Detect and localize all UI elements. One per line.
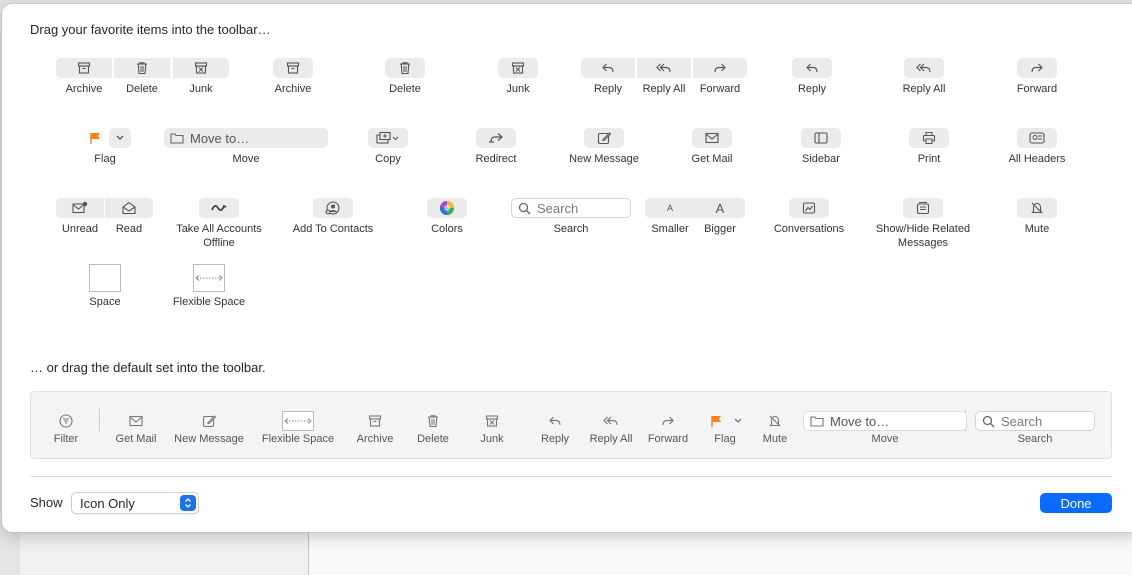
offline-wave-icon	[199, 198, 239, 218]
add-contact-icon	[313, 198, 353, 218]
palette-label: Flag	[94, 153, 116, 165]
trash-icon	[385, 58, 425, 78]
palette-label: Mute	[1024, 223, 1050, 235]
footer-divider	[30, 476, 1112, 477]
done-button[interactable]: Done	[1040, 493, 1112, 513]
unread-envelope-icon	[56, 198, 104, 218]
search-placeholder: Search	[537, 200, 579, 216]
flexible-space-icon	[193, 264, 225, 292]
reply-icon	[547, 413, 563, 429]
folder-icon	[810, 416, 824, 427]
move-placeholder: Move to…	[830, 413, 890, 429]
space-placeholder	[89, 264, 121, 292]
toolbar-separator	[99, 409, 100, 431]
palette-label: Flexible Space	[172, 296, 246, 308]
reply-all-icon	[637, 58, 691, 78]
chevron-down-icon	[109, 128, 131, 148]
heading-favorite-items: Drag your favorite items into the toolba…	[30, 22, 271, 37]
search-placeholder: Search	[1001, 413, 1043, 429]
reply-icon	[581, 58, 635, 78]
default-label: Search	[1017, 433, 1053, 445]
flag-icon	[708, 413, 724, 429]
archive-icon	[56, 58, 112, 78]
reply-all-icon	[904, 58, 944, 78]
archive-icon	[367, 413, 383, 429]
chevron-down-icon	[732, 413, 744, 429]
compose-icon	[201, 413, 217, 429]
redirect-icon	[476, 128, 516, 148]
search-icon	[982, 415, 995, 427]
move-field: Move to…	[164, 128, 328, 148]
printer-icon	[909, 128, 949, 148]
heading-default-set: … or drag the default set into the toolb…	[30, 360, 266, 375]
palette-label: All Headers	[1008, 153, 1066, 165]
envelope-icon	[692, 128, 732, 148]
move-field: Move to…	[803, 411, 967, 431]
copy-to-folder-icon	[368, 128, 408, 148]
forward-icon	[693, 58, 747, 78]
filter-icon	[58, 413, 74, 429]
open-envelope-icon	[105, 198, 153, 218]
show-popup-value: Icon Only	[80, 495, 135, 511]
trash-icon	[114, 58, 170, 78]
folder-icon	[170, 133, 184, 144]
trash-icon	[425, 413, 441, 429]
conversations-icon	[789, 198, 829, 218]
up-down-chevron-icon	[180, 495, 196, 511]
flag-icon	[83, 128, 107, 148]
move-placeholder: Move to…	[190, 130, 250, 146]
flexible-space-icon	[282, 411, 314, 431]
reply-icon	[792, 58, 832, 78]
bell-slash-icon	[767, 413, 783, 429]
show-popup-button[interactable]: Icon Only	[71, 492, 199, 514]
forward-icon	[1017, 58, 1057, 78]
default-label: Move	[871, 433, 899, 445]
junk-icon	[498, 58, 538, 78]
bigger-text-icon: A	[695, 198, 745, 218]
headers-icon	[1017, 128, 1057, 148]
palette-label: Move	[232, 153, 260, 165]
bell-slash-icon	[1017, 198, 1057, 218]
junk-icon	[484, 413, 500, 429]
compose-icon	[584, 128, 624, 148]
color-wheel-icon	[427, 198, 467, 218]
related-messages-icon	[903, 198, 943, 218]
palette-label: Forward	[1016, 83, 1058, 95]
envelope-icon	[128, 413, 144, 429]
smaller-text-icon: A	[645, 198, 695, 218]
show-label: Show	[30, 495, 63, 510]
junk-icon	[173, 58, 229, 78]
search-field: Search	[975, 411, 1095, 431]
sidebar-icon	[801, 128, 841, 148]
forward-icon	[660, 413, 676, 429]
search-field: Search	[511, 198, 631, 218]
archive-icon	[273, 58, 313, 78]
search-icon	[518, 202, 531, 214]
reply-all-icon	[602, 413, 620, 429]
